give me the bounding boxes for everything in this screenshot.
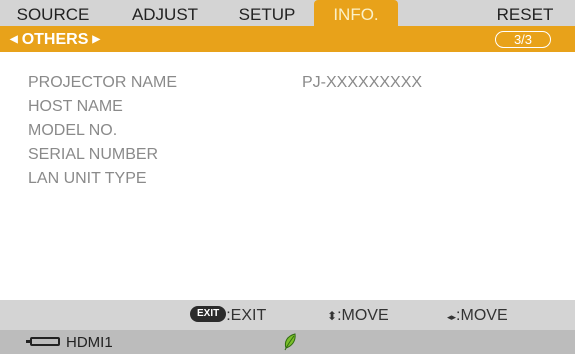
tab-reset[interactable]: RESET: [480, 0, 570, 26]
help-move-vertical-text: :MOVE: [337, 307, 389, 324]
submenu-bar: ◀ OTHERS ▶ 3/3: [0, 26, 575, 52]
input-source-label: HDMI1: [66, 334, 113, 351]
leaf-icon: [284, 333, 296, 351]
left-arrow-icon[interactable]: ◀: [10, 34, 18, 45]
exit-key-icon: EXIT: [190, 305, 227, 322]
tab-adjust[interactable]: ADJUST: [120, 0, 210, 26]
help-exit: EXIT:EXIT: [190, 300, 266, 330]
hdmi-icon: [26, 337, 60, 346]
menu-tab-bar: SOURCE ADJUST SETUP INFO. RESET: [0, 0, 575, 26]
right-arrow-icon[interactable]: ▶: [92, 34, 100, 45]
info-label-projector-name: PROJECTOR NAME: [28, 74, 178, 91]
left-right-arrow-icon: ◂▸: [447, 312, 457, 322]
submenu-selector[interactable]: ◀ OTHERS ▶: [10, 26, 100, 52]
info-label-serial-number: SERIAL NUMBER: [28, 146, 159, 163]
info-label-host-name: HOST NAME: [28, 98, 123, 115]
tab-setup[interactable]: SETUP: [222, 0, 312, 26]
help-bar: EXIT:EXIT ⬍:MOVE ◂▸:MOVE: [0, 300, 575, 330]
info-panel: PROJECTOR NAME PJ-XXXXXXXXX HOST NAME MO…: [0, 52, 575, 300]
help-move-horizontal-text: :MOVE: [456, 307, 508, 324]
up-down-arrow-icon: ⬍: [327, 309, 338, 323]
submenu-label: OTHERS: [21, 31, 89, 48]
tab-info[interactable]: INFO.: [314, 0, 398, 26]
info-label-model-no: MODEL NO.: [28, 122, 118, 139]
tab-source[interactable]: SOURCE: [8, 0, 98, 26]
help-move-horizontal: ◂▸:MOVE: [447, 300, 508, 330]
status-bar: HDMI1: [0, 330, 575, 354]
help-exit-text: :EXIT: [226, 307, 267, 324]
info-label-lan-unit-type: LAN UNIT TYPE: [28, 170, 147, 187]
info-value-projector-name: PJ-XXXXXXXXX: [302, 74, 423, 91]
page-indicator: 3/3: [495, 31, 551, 48]
help-move-vertical: ⬍:MOVE: [327, 300, 389, 330]
